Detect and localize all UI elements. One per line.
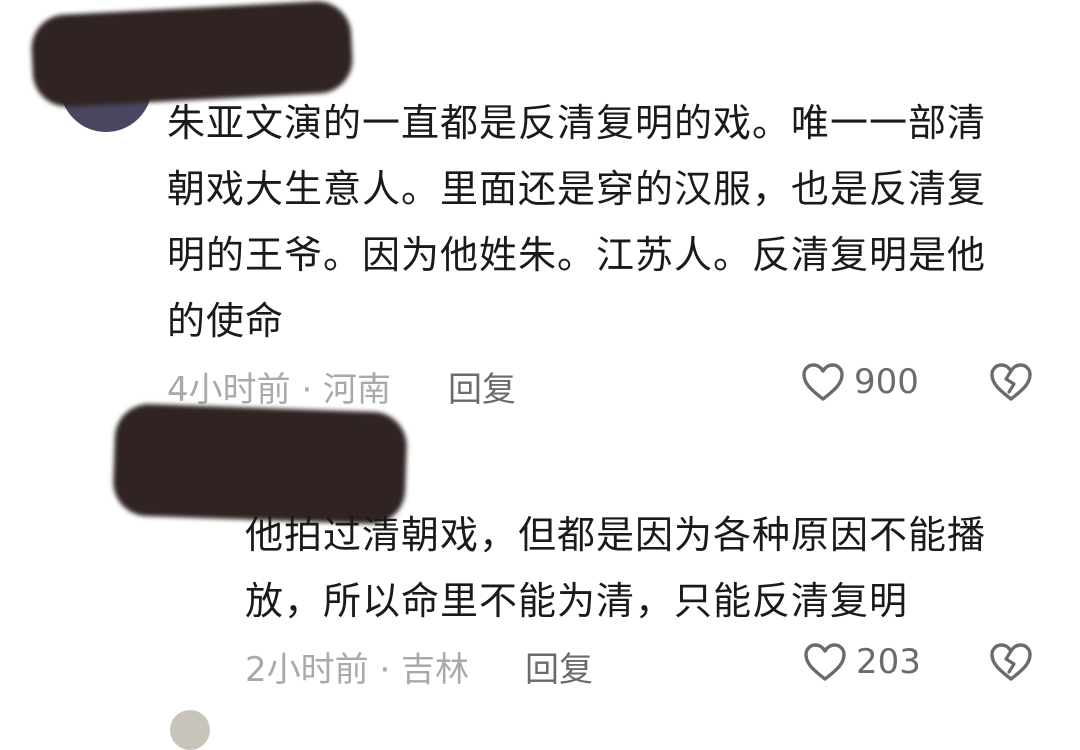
comment-meta: 2小时前 · 吉林	[245, 650, 470, 690]
heart-outline-icon	[804, 643, 846, 681]
like-button[interactable]: 900	[800, 361, 919, 403]
comment-text: 朱亚文演的一直都是反清复明的戏。唯一一部清 朝戏大生意人。里面还是穿的汉服，也是…	[167, 101, 987, 343]
like-count: 203	[856, 642, 921, 682]
broken-heart-icon	[990, 363, 1032, 401]
like-button[interactable]: 203	[802, 641, 921, 683]
reply-button[interactable]: 回复	[525, 642, 593, 691]
reply-button[interactable]: 回复	[448, 362, 516, 411]
heart-outline-icon	[802, 363, 844, 401]
avatar[interactable]	[170, 710, 210, 750]
dislike-button[interactable]	[988, 641, 1034, 687]
comment-item: 朱亚文演的一直都是反清复明的戏。唯一一部清 朝戏大生意人。里面还是穿的汉服，也是…	[167, 90, 1047, 354]
reply-item: 他拍过清朝戏，但都是因为各种原因不能播 放，所以命里不能为清，只能反清复明	[245, 502, 1045, 634]
comment-text: 他拍过清朝戏，但都是因为各种原因不能播 放，所以命里不能为清，只能反清复明	[245, 513, 987, 623]
comment-meta: 4小时前 · 河南	[167, 370, 392, 410]
like-count: 900	[854, 362, 919, 402]
broken-heart-icon	[990, 643, 1032, 681]
dislike-button[interactable]	[988, 361, 1034, 407]
